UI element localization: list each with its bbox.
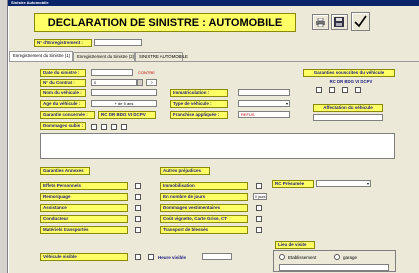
rc-presumee-select[interactable]: ▾ (316, 180, 371, 187)
annexe-checkbox-1[interactable] (135, 194, 141, 200)
validate-button[interactable] (351, 12, 370, 31)
vehicule-visible-checkbox[interactable] (135, 254, 141, 260)
chevron-down-icon: ▾ (285, 101, 288, 106)
rc-presumee-label: RC Présumée (272, 180, 314, 188)
header-banner: DECLARATION DE SINISTRE : AUTOMOBILE (34, 13, 296, 32)
tab-enregistrement-2[interactable]: Enregistrement du Sinistre (2) (73, 52, 135, 61)
prejudice-checkbox-0[interactable] (256, 183, 262, 189)
lieu-title: Lieu de visite (275, 241, 315, 249)
garage-label: garage (343, 255, 358, 260)
save-icon (334, 17, 344, 27)
annexe-item-2: Assistance (40, 204, 128, 212)
tab-enregistrement-1[interactable]: Enregistrement du Sinistre (1) (9, 51, 73, 61)
printer-icon (316, 18, 325, 27)
affectation-field[interactable] (313, 114, 383, 121)
prejudice-checkbox-4[interactable] (256, 227, 262, 233)
garantie-label: Garantie concernée : (40, 111, 95, 119)
date-field[interactable] (91, 69, 133, 76)
print-button[interactable] (312, 14, 329, 30)
dommages-label: Dommages subis : (40, 122, 86, 130)
prejudice-item-4: Transport de blessés (160, 226, 248, 234)
age-value: + de 5 ans (114, 101, 134, 106)
souscrite-checkbox-1[interactable] (316, 87, 322, 93)
dommages-textarea[interactable] (40, 133, 395, 159)
checkmark-icon (354, 15, 367, 28)
annexe-item-0: Effets Personnels (40, 182, 128, 190)
date-label: Date du sinistre : (40, 69, 86, 77)
contrat-label: N° du Contrat : (40, 79, 86, 87)
heure-label: Heure visible (158, 255, 187, 260)
dommage-checkbox-3[interactable] (111, 124, 117, 130)
garantie-codes: RC DR BDG VI DCPV (98, 111, 156, 119)
contrat-field[interactable]: 0 (91, 79, 137, 86)
type-label: Type de véhicule : (170, 100, 228, 108)
prejudice-item-1: En nombre de jours (160, 193, 248, 201)
chevron-down-icon: ▾ (366, 181, 369, 186)
lieu-field[interactable] (279, 264, 389, 271)
annexe-checkbox-3[interactable] (135, 216, 141, 222)
immat-label: Immatriculation : (170, 89, 228, 97)
type-select[interactable]: ▾ (238, 100, 290, 107)
annexe-item-4: Matériels transportés (40, 226, 128, 234)
prejudice-item-3: Coût vignette, Carte Grise, CT (160, 215, 248, 223)
prejudice-checkbox-2[interactable] (256, 205, 262, 211)
heure-field[interactable] (202, 253, 232, 260)
days-value: 0 jours (255, 195, 266, 199)
age-select[interactable]: + de 5 ans (91, 100, 157, 107)
left-frame (0, 0, 8, 273)
dommage-checkbox-1[interactable] (91, 124, 97, 130)
registration-label: N° d'Enregistrement : (34, 39, 92, 47)
page-title: DECLARATION DE SINISTRE : AUTOMOBILE (47, 17, 283, 29)
contrat-value: 0 (94, 80, 97, 85)
annexe-item-3: Conducteur (40, 215, 128, 223)
contrat-dropdown[interactable] (137, 79, 143, 86)
immat-field[interactable] (238, 89, 290, 96)
vehicule-visible-label: Véhicule visible (40, 253, 128, 261)
tab-sinistre-auto[interactable]: SINISTRE AUTOMOBILE (135, 52, 188, 61)
franchise-value: REFUS (241, 112, 255, 117)
souscrites-codes: RC DR BDG VI DCPV (329, 79, 373, 84)
franchise-label: Franchise appliquée : (170, 111, 228, 119)
souscrite-checkbox-2[interactable] (329, 87, 335, 93)
affectation-label: Affectation du véhicule (313, 104, 383, 112)
age-label: Age du véhicule : (40, 100, 86, 108)
registration-field[interactable] (94, 39, 142, 46)
annexe-item-1: Remorquage (40, 193, 128, 201)
date-note: CONTRE (138, 70, 155, 75)
annexe-checkbox-0[interactable] (135, 183, 141, 189)
souscrite-checkbox-4[interactable] (355, 87, 361, 93)
prejudice-checkbox-3[interactable] (256, 216, 262, 222)
garage-radio[interactable] (334, 254, 340, 260)
etablissement-radio[interactable] (279, 254, 285, 260)
vehicule-label: Nom du véhicule : (40, 89, 86, 97)
etablissement-label: Etablissement (288, 255, 317, 260)
vehicule-field[interactable] (91, 89, 157, 96)
contrat-help-label: ? (150, 80, 153, 85)
prejudices-title: Autres préjudices (160, 167, 210, 175)
contrat-help-button[interactable]: ? (146, 79, 157, 86)
days-field[interactable]: 0 jours (253, 193, 267, 200)
annexes-title: Garanties Annexes (40, 167, 90, 175)
save-button[interactable] (331, 14, 348, 30)
dommage-checkbox-2[interactable] (101, 124, 107, 130)
prejudice-item-2: Dommages vestimentaires (160, 204, 248, 212)
souscrite-checkbox-3[interactable] (342, 87, 348, 93)
souscrites-label: Garanties souscrites du véhicule (303, 69, 395, 77)
prejudice-item-0: Immobilisation (160, 182, 248, 190)
annexe-checkbox-2[interactable] (135, 205, 141, 211)
dommage-checkbox-4[interactable] (121, 124, 127, 130)
heure-checkbox[interactable] (148, 254, 154, 260)
franchise-field[interactable]: REFUS (238, 111, 290, 118)
annexe-checkbox-4[interactable] (135, 227, 141, 233)
